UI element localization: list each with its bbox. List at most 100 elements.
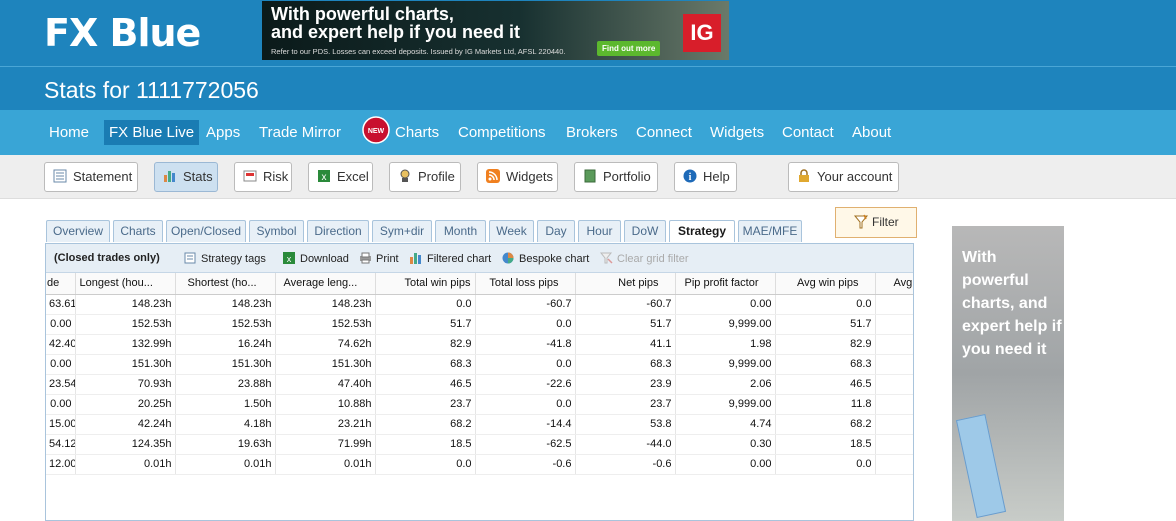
nav-fx-blue-live[interactable]: FX Blue Live xyxy=(104,120,200,145)
filter-button[interactable]: Filter xyxy=(835,207,917,238)
nav-trade-mirror[interactable]: Trade Mirror xyxy=(254,120,346,145)
table-row[interactable]: 54.12 124.35h 19.63h 71.99h 18.5 -62.5 -44.0 0.… xyxy=(46,434,913,455)
strategy-grid: de Longest (hou... Shortest (ho... Avera… xyxy=(46,273,913,521)
table-cell: 71.99h xyxy=(275,434,376,455)
main-nav: Home FX Blue Live Apps Trade Mirror Char… xyxy=(0,110,1176,155)
table-cell xyxy=(875,334,913,355)
table-cell: 68.3 xyxy=(775,354,876,375)
table-cell xyxy=(875,314,913,335)
tab-dow[interactable]: DoW xyxy=(624,220,666,242)
table-cell: 41.1 xyxy=(575,334,676,355)
nav-widgets[interactable]: Widgets xyxy=(705,120,769,145)
panel-toolbar: (Closed trades only) Strategy tags x Down… xyxy=(46,244,913,273)
nav-home[interactable]: Home xyxy=(44,120,94,145)
table-cell: 42.40 xyxy=(46,334,76,355)
your-account-button[interactable]: Your account xyxy=(788,162,899,192)
col-header[interactable]: Shortest (ho... xyxy=(175,273,276,295)
ad-headline-2: and expert help if you need it xyxy=(271,22,521,42)
table-cell: 152.53h xyxy=(275,314,376,335)
filtered-chart-button[interactable]: Filtered chart xyxy=(410,252,491,265)
tab-month[interactable]: Month xyxy=(435,220,486,242)
table-row[interactable]: 0.00 20.25h 1.50h 10.88h 23.7 0.0 23.7 9,999.00… xyxy=(46,394,913,415)
portfolio-icon xyxy=(583,165,598,183)
table-row[interactable]: 15.00 42.24h 4.18h 23.21h 68.2 -14.4 53.8 4.74 6… xyxy=(46,414,913,435)
pie-chart-icon xyxy=(502,252,515,264)
page-title: Stats for 1111772056 xyxy=(44,77,259,103)
tab-open-closed[interactable]: Open/Closed xyxy=(166,220,246,242)
ad-banner-side[interactable]: With powerful charts, and expert help if… xyxy=(952,226,1064,521)
table-row[interactable]: 63.61 148.23h 148.23h 148.23h 0.0 -60.7 -60.7 0… xyxy=(46,294,913,315)
bespoke-chart-button[interactable]: Bespoke chart xyxy=(502,252,589,265)
col-header[interactable]: Longest (hou... xyxy=(75,273,176,295)
risk-button[interactable]: Risk xyxy=(234,162,292,192)
ad-find-out-more-button[interactable]: Find out more xyxy=(597,41,661,56)
tags-icon xyxy=(184,252,197,264)
fxblue-logo[interactable]: FX Blue xyxy=(44,11,201,55)
tab-sym-dir[interactable]: Sym+dir xyxy=(372,220,432,242)
table-cell: 47.40h xyxy=(275,374,376,395)
col-header[interactable]: de xyxy=(46,273,76,295)
table-cell: 0.0 xyxy=(375,454,476,475)
table-cell: 23.21h xyxy=(275,414,376,435)
strategy-tags-button[interactable]: Strategy tags xyxy=(184,252,266,265)
profile-icon xyxy=(398,165,413,182)
svg-text:x: x xyxy=(322,172,327,183)
nav-about[interactable]: About xyxy=(847,120,896,145)
nav-apps[interactable]: Apps xyxy=(201,120,245,145)
table-cell: 68.3 xyxy=(375,354,476,375)
col-header[interactable]: Average leng... xyxy=(275,273,376,295)
table-row[interactable]: 23.54 70.93h 23.88h 47.40h 46.5 -22.6 23.9 2.06… xyxy=(46,374,913,395)
nav-contact[interactable]: Contact xyxy=(777,120,839,145)
tab-direction[interactable]: Direction xyxy=(307,220,369,242)
table-cell: 0.0 xyxy=(475,314,576,335)
tab-day[interactable]: Day xyxy=(537,220,575,242)
tab-mae-mfe[interactable]: MAE/MFE xyxy=(738,220,802,242)
tab-overview[interactable]: Overview xyxy=(46,220,110,242)
tab-symbol[interactable]: Symbol xyxy=(249,220,304,242)
col-header[interactable]: Net pips xyxy=(575,273,676,295)
portfolio-button[interactable]: Portfolio xyxy=(574,162,658,192)
col-header[interactable]: Avg win pips xyxy=(775,273,876,295)
clear-grid-filter-button[interactable]: Clear grid filter xyxy=(599,252,689,265)
tab-hour[interactable]: Hour xyxy=(578,220,621,242)
profile-button[interactable]: Profile xyxy=(389,162,461,192)
nav-charts[interactable]: Charts xyxy=(390,120,444,145)
col-header[interactable]: Total win pips xyxy=(375,273,476,295)
table-cell: 0.00 xyxy=(46,354,76,375)
col-header[interactable]: Total loss pips xyxy=(475,273,576,295)
table-row[interactable]: 42.40 132.99h 16.24h 74.62h 82.9 -41.8 41.1 1.9… xyxy=(46,334,913,355)
statement-button[interactable]: Statement xyxy=(44,162,138,192)
tab-charts[interactable]: Charts xyxy=(113,220,163,242)
tab-week[interactable]: Week xyxy=(489,220,534,242)
table-cell: 152.53h xyxy=(175,314,276,335)
stats-button[interactable]: Stats xyxy=(154,162,218,192)
table-cell: 53.8 xyxy=(575,414,676,435)
widgets-button[interactable]: Widgets xyxy=(477,162,558,192)
svg-text:x: x xyxy=(287,254,292,264)
info-icon: i xyxy=(683,165,698,183)
download-button[interactable]: x Download xyxy=(283,252,349,265)
excel-button[interactable]: x Excel xyxy=(308,162,373,192)
col-header[interactable]: Pip profit factor xyxy=(675,273,776,295)
table-cell: 51.7 xyxy=(375,314,476,335)
print-button[interactable]: Print xyxy=(359,252,399,265)
table-cell: 152.53h xyxy=(75,314,176,335)
table-row[interactable]: 0.00 151.30h 151.30h 151.30h 68.3 0.0 68.3 9,99… xyxy=(46,354,913,375)
table-cell xyxy=(875,434,913,455)
help-button[interactable]: i Help xyxy=(674,162,737,192)
col-header[interactable]: Avg xyxy=(875,273,913,295)
table-row[interactable]: 0.00 152.53h 152.53h 152.53h 51.7 0.0 51.7 9,99… xyxy=(46,314,913,335)
table-cell: 23.7 xyxy=(375,394,476,415)
nav-brokers[interactable]: Brokers xyxy=(561,120,623,145)
ad-banner-top[interactable]: With powerful charts, and expert help if… xyxy=(262,1,729,60)
tab-strategy[interactable]: Strategy xyxy=(669,220,735,242)
nav-competitions[interactable]: Competitions xyxy=(453,120,551,145)
table-cell: 18.5 xyxy=(375,434,476,455)
stats-title-bar: Stats for 1111772056 xyxy=(0,66,1176,110)
table-row[interactable]: 12.00 0.01h 0.01h 0.01h 0.0 -0.6 -0.6 0.00 0.0 xyxy=(46,454,913,475)
table-cell: 9,999.00 xyxy=(675,394,776,415)
nav-connect[interactable]: Connect xyxy=(631,120,697,145)
table-cell xyxy=(875,354,913,375)
table-cell: -0.6 xyxy=(475,454,576,475)
table-cell: 148.23h xyxy=(175,294,276,315)
